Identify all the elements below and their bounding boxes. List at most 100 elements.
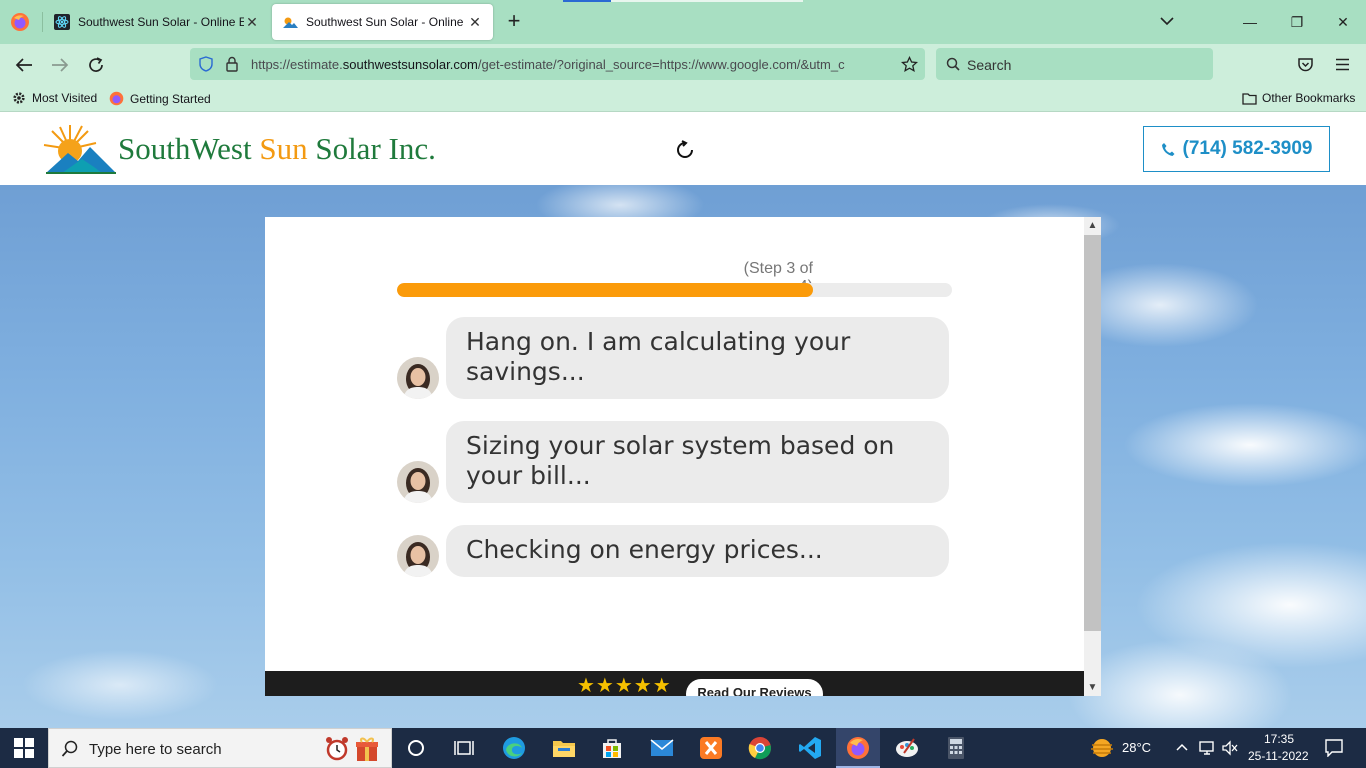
brand-text-1: SouthWest bbox=[118, 131, 260, 166]
forward-arrow-icon bbox=[52, 58, 69, 72]
paint-icon[interactable] bbox=[893, 734, 921, 762]
other-bookmarks[interactable]: Other Bookmarks bbox=[1242, 91, 1355, 105]
minimize-button[interactable]: — bbox=[1240, 12, 1260, 32]
search-placeholder: Search bbox=[967, 57, 1012, 73]
tab-title: Southwest Sun Solar - Online Es bbox=[78, 15, 244, 29]
tab-estimate-2[interactable]: Southwest Sun Solar - Online Es ✕ bbox=[272, 4, 493, 40]
message-bubble: Sizing your solar system based on your b… bbox=[446, 421, 949, 503]
task-view-icon[interactable] bbox=[450, 734, 478, 762]
taskbar-search-box[interactable]: Type here to search bbox=[48, 728, 392, 768]
shield-icon[interactable] bbox=[198, 56, 214, 72]
store-icon[interactable] bbox=[598, 734, 626, 762]
firefox-icon bbox=[109, 91, 124, 106]
back-arrow-icon bbox=[15, 58, 32, 72]
weather-temperature[interactable]: 28°C bbox=[1122, 740, 1151, 755]
url-path: /get-estimate/?original_source=https://w… bbox=[477, 57, 845, 72]
menu-icon[interactable] bbox=[1335, 58, 1350, 71]
progress-bar bbox=[397, 283, 952, 297]
search-icon bbox=[946, 57, 960, 71]
reload-icon bbox=[89, 57, 103, 72]
vscode-icon[interactable] bbox=[796, 734, 824, 762]
url-prefix: https://estimate. bbox=[251, 57, 343, 72]
brand-text-sun: Sun bbox=[259, 131, 308, 166]
bookmark-getting-started[interactable]: Getting Started bbox=[109, 91, 211, 106]
star-bookmark-icon[interactable] bbox=[901, 56, 918, 73]
restore-button[interactable]: ❐ bbox=[1287, 12, 1307, 32]
pocket-icon[interactable] bbox=[1297, 57, 1314, 73]
tab-estimate-1[interactable]: Southwest Sun Solar - Online Es ✕ bbox=[44, 4, 270, 40]
close-icon[interactable]: ✕ bbox=[244, 14, 260, 30]
url-domain: southwestsunsolar.com bbox=[342, 57, 478, 72]
search-bar[interactable]: Search bbox=[936, 48, 1213, 80]
firefox-icon[interactable] bbox=[10, 12, 30, 32]
mail-icon[interactable] bbox=[648, 734, 676, 762]
clock-date[interactable]: 25-11-2022 bbox=[1248, 749, 1309, 763]
lock-icon[interactable] bbox=[225, 56, 239, 72]
web-page: SouthWest Sun Solar Inc. (714) 582-3909 … bbox=[0, 113, 1366, 728]
network-icon[interactable] bbox=[1199, 740, 1217, 756]
avatar bbox=[397, 357, 439, 399]
tab-title: Southwest Sun Solar - Online Es bbox=[306, 15, 467, 29]
chevron-down-icon[interactable] bbox=[1158, 14, 1176, 28]
gift-icon bbox=[356, 737, 378, 761]
cortana-icon[interactable] bbox=[402, 734, 430, 762]
scroll-up-icon[interactable]: ▲ bbox=[1087, 220, 1098, 231]
other-bookmarks-label: Other Bookmarks bbox=[1262, 91, 1356, 105]
rating-stars: ★★★★★ bbox=[577, 675, 672, 696]
phone-button[interactable]: (714) 582-3909 bbox=[1143, 126, 1330, 172]
tab-indicator-secondary bbox=[611, 0, 803, 2]
reviews-bar: ★★★★★ Read Our Reviews bbox=[265, 671, 1084, 696]
windows-start-icon[interactable] bbox=[14, 738, 34, 758]
xampp-icon[interactable] bbox=[697, 734, 725, 762]
scroll-down-icon[interactable]: ▼ bbox=[1087, 682, 1098, 693]
scrollbar-thumb[interactable] bbox=[1084, 235, 1101, 631]
firefox-icon[interactable] bbox=[844, 734, 872, 762]
card-scrollbar[interactable]: ▲ ▼ bbox=[1084, 217, 1101, 696]
sun-logo-icon bbox=[283, 17, 298, 28]
brand-name[interactable]: SouthWest Sun Solar Inc. bbox=[118, 131, 436, 167]
taskbar: Type here to search 28°C 17:35 25-11-202… bbox=[0, 728, 1366, 768]
reload-button[interactable] bbox=[84, 54, 108, 76]
calculator-icon[interactable] bbox=[942, 734, 970, 762]
react-icon bbox=[54, 14, 70, 30]
company-logo[interactable] bbox=[42, 123, 118, 177]
bookmark-most-visited[interactable]: Most Visited bbox=[12, 91, 97, 105]
address-bar[interactable]: https://estimate.southwestsunsolar.com/g… bbox=[190, 48, 925, 80]
tab-separator bbox=[42, 12, 43, 32]
progress-fill bbox=[397, 283, 814, 297]
forward-button[interactable] bbox=[48, 54, 72, 76]
tab-strip: Southwest Sun Solar - Online Es ✕ Southw… bbox=[0, 0, 1366, 44]
loading-spinner-icon bbox=[677, 140, 693, 158]
back-button[interactable] bbox=[12, 54, 36, 76]
brand-text-2: Solar Inc. bbox=[307, 131, 436, 166]
close-icon[interactable]: ✕ bbox=[467, 14, 483, 30]
estimate-card: (Step 3 of 4) Hang on. I am calculating … bbox=[265, 217, 1084, 696]
phone-number: (714) 582-3909 bbox=[1182, 138, 1313, 159]
chat-message: Checking on energy prices... bbox=[397, 525, 949, 577]
edge-icon[interactable] bbox=[500, 734, 528, 762]
folder-icon bbox=[1242, 92, 1257, 105]
tab-indicator bbox=[563, 0, 611, 2]
weather-icon[interactable] bbox=[1090, 737, 1116, 759]
search-icon bbox=[61, 740, 78, 757]
url-text[interactable]: https://estimate.southwestsunsolar.com/g… bbox=[251, 57, 891, 72]
taskbar-search-placeholder: Type here to search bbox=[89, 741, 222, 758]
notification-icon[interactable] bbox=[1325, 739, 1343, 757]
avatar bbox=[397, 535, 439, 577]
avatar bbox=[397, 461, 439, 503]
bookmarks-bar: Most Visited Getting Started Other Bookm… bbox=[0, 86, 1366, 112]
message-bubble: Checking on energy prices... bbox=[446, 525, 949, 577]
chat-message: Hang on. I am calculating your savings..… bbox=[397, 317, 949, 399]
new-tab-button[interactable]: + bbox=[504, 10, 524, 32]
bookmark-label: Getting Started bbox=[130, 91, 211, 106]
bookmark-label: Most Visited bbox=[32, 91, 98, 105]
close-window-button[interactable]: ✕ bbox=[1333, 12, 1353, 32]
speaker-muted-icon[interactable] bbox=[1221, 740, 1239, 756]
chat-message: Sizing your solar system based on your b… bbox=[397, 421, 949, 503]
site-header: SouthWest Sun Solar Inc. (714) 582-3909 bbox=[0, 113, 1366, 185]
chrome-icon[interactable] bbox=[746, 734, 774, 762]
clock-time[interactable]: 17:35 bbox=[1264, 732, 1294, 746]
chevron-up-icon[interactable] bbox=[1175, 742, 1189, 752]
file-explorer-icon[interactable] bbox=[550, 734, 578, 762]
read-reviews-button[interactable]: Read Our Reviews bbox=[686, 679, 823, 696]
